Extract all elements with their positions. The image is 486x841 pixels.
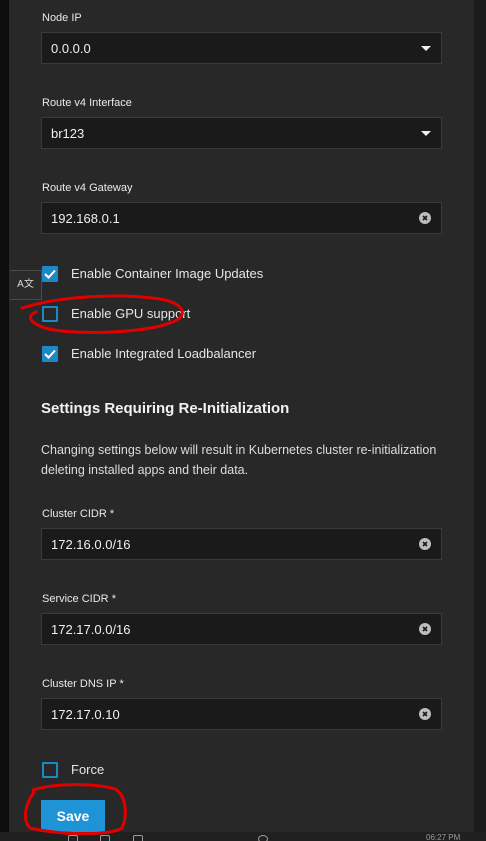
translate-button[interactable]: A文 [10, 270, 42, 300]
app-icon[interactable] [258, 835, 268, 841]
route-v4-gateway-label: Route v4 Gateway [42, 182, 133, 194]
required-mark: * [111, 593, 116, 605]
route-v4-interface-select[interactable]: br123 [41, 117, 442, 149]
clear-icon[interactable] [419, 212, 431, 224]
checkbox-unchecked-icon [42, 306, 58, 322]
chevron-down-icon [421, 46, 431, 51]
route-v4-gateway-value: 192.168.0.1 [51, 211, 120, 226]
left-edge [0, 0, 9, 841]
app-icon[interactable] [68, 835, 78, 841]
checkbox-checked-icon [42, 266, 58, 282]
force-label: Force [71, 762, 105, 777]
taskbar-clock: 06:27 PM [426, 833, 461, 841]
cluster-cidr-input[interactable]: 172.16.0.0/16 [41, 528, 442, 560]
node-ip-select[interactable]: 0.0.0.0 [41, 32, 442, 64]
translate-icon: A文 [17, 279, 34, 290]
cluster-dns-ip-input[interactable]: 172.17.0.10 [41, 698, 442, 730]
route-v4-gateway-input[interactable]: 192.168.0.1 [41, 202, 442, 234]
section-description: Changing settings below will result in K… [41, 443, 437, 477]
save-button[interactable]: Save [41, 800, 105, 832]
cluster-cidr-label-text: Cluster CIDR [42, 508, 107, 520]
checkbox-checked-icon [42, 346, 58, 362]
app-icon[interactable] [133, 835, 143, 841]
checkbox-unchecked-icon [42, 762, 58, 778]
clear-icon[interactable] [419, 708, 431, 720]
section-title: Settings Requiring Re-Initialization [41, 400, 290, 417]
cluster-dns-ip-value: 172.17.0.10 [51, 707, 120, 722]
node-ip-label: Node IP [42, 12, 82, 24]
route-v4-interface-value: br123 [51, 126, 85, 141]
cluster-dns-ip-label: Cluster DNS IP * [42, 678, 124, 690]
service-cidr-input[interactable]: 172.17.0.0/16 [41, 613, 442, 645]
node-ip-value: 0.0.0.0 [51, 41, 91, 56]
integrated-loadbalancer-label: Enable Integrated Loadbalancer [71, 346, 257, 361]
cluster-dns-ip-label-text: Cluster DNS IP [42, 678, 117, 690]
required-mark: * [119, 678, 124, 690]
service-cidr-label: Service CIDR * [42, 593, 116, 605]
clear-icon[interactable] [419, 623, 431, 635]
taskbar: 06:27 PM [0, 832, 486, 841]
gpu-support-label: Enable GPU support [71, 306, 191, 321]
scrollbar-track[interactable] [474, 0, 486, 841]
service-cidr-value: 172.17.0.0/16 [51, 622, 131, 637]
chevron-down-icon [421, 131, 431, 136]
required-mark: * [109, 508, 115, 520]
cluster-cidr-value: 172.16.0.0/16 [51, 537, 131, 552]
clear-icon[interactable] [419, 538, 431, 550]
container-image-updates-label: Enable Container Image Updates [71, 266, 264, 281]
route-v4-interface-label: Route v4 Interface [42, 97, 132, 109]
cluster-cidr-label: Cluster CIDR * [42, 508, 114, 520]
app-icon[interactable] [100, 835, 110, 841]
service-cidr-label-text: Service CIDR [42, 593, 109, 605]
